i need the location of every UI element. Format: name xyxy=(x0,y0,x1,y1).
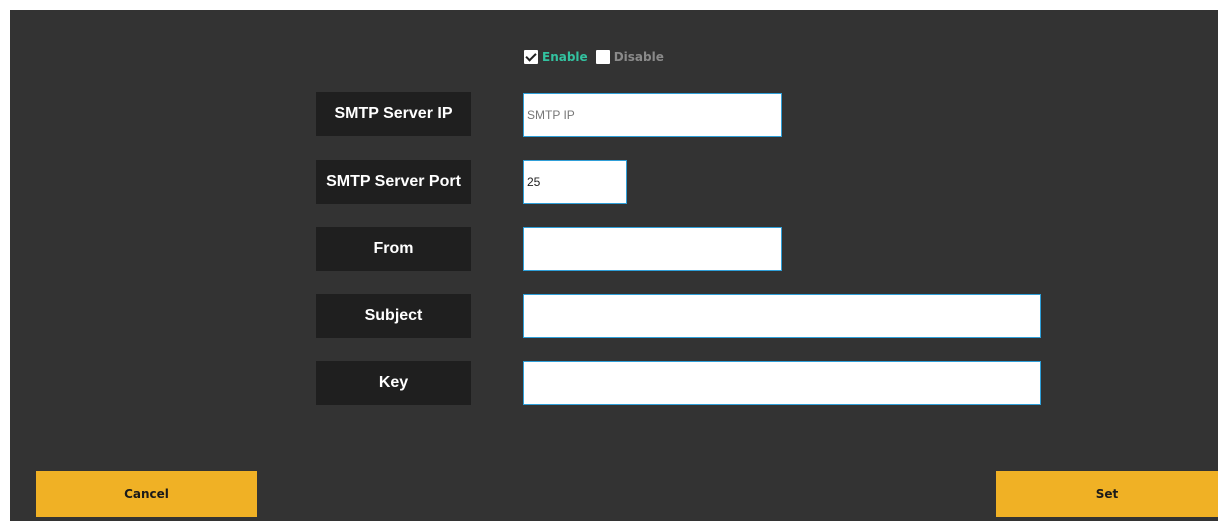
cancel-button[interactable]: Cancel xyxy=(36,471,257,517)
key-input[interactable] xyxy=(523,361,1041,405)
enable-label: Enable xyxy=(542,50,588,64)
from-input[interactable] xyxy=(523,227,782,271)
disable-label: Disable xyxy=(613,50,664,64)
set-button[interactable]: Set xyxy=(996,471,1218,517)
disable-checkbox[interactable] xyxy=(595,50,610,64)
enable-checkbox[interactable] xyxy=(524,50,538,64)
smtp-server-ip-input[interactable] xyxy=(523,93,782,137)
enable-disable-toggle: Enable Disable xyxy=(524,49,664,65)
from-label: From xyxy=(316,227,471,271)
smtp-server-port-input[interactable] xyxy=(523,160,627,204)
subject-label: Subject xyxy=(316,294,471,338)
key-label: Key xyxy=(316,361,471,405)
subject-input[interactable] xyxy=(523,294,1041,338)
disable-option[interactable]: Disable xyxy=(595,50,664,64)
enable-option[interactable]: Enable xyxy=(524,50,588,64)
smtp-server-ip-label: SMTP Server IP xyxy=(316,92,471,136)
smtp-server-port-label: SMTP Server Port xyxy=(316,160,471,204)
